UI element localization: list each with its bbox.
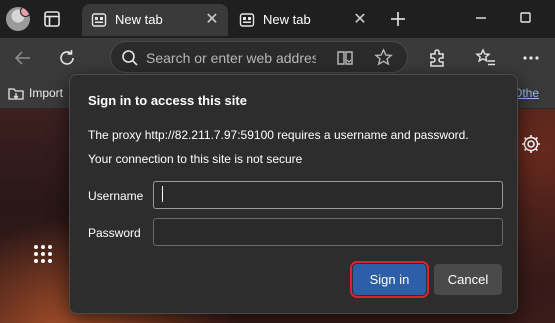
dialog-security-warning: Your connection to this site is not secu…: [88, 152, 303, 166]
search-icon: [122, 50, 138, 66]
tab-new-tab[interactable]: New tab ✕: [230, 4, 376, 36]
sign-in-button[interactable]: Sign in: [350, 261, 429, 298]
address-bar[interactable]: [110, 41, 408, 73]
extensions-puzzle-icon[interactable]: [426, 47, 448, 69]
address-input[interactable]: [144, 47, 318, 69]
new-tab-page-icon: [239, 13, 255, 27]
apps-grid-icon[interactable]: [33, 244, 53, 264]
tab-new-tab-active[interactable]: New tab ✕: [82, 4, 228, 36]
page-settings-gear-icon[interactable]: [520, 133, 542, 155]
notification-dot: [20, 7, 30, 17]
back-arrow-icon[interactable]: [12, 47, 34, 69]
navigation-toolbar: [0, 38, 555, 78]
minimize-icon[interactable]: [469, 7, 493, 29]
favorites-list-icon[interactable]: [475, 47, 497, 69]
username-label: Username: [88, 189, 144, 203]
close-tab-icon[interactable]: ✕: [350, 10, 370, 30]
more-options-icon[interactable]: [520, 47, 542, 69]
proxy-auth-dialog: Sign in to access this site The proxy ht…: [69, 74, 518, 314]
text-cursor: [162, 186, 163, 202]
dialog-message: The proxy http://82.211.7.97:59100 requi…: [88, 128, 469, 142]
tab-actions-icon[interactable]: [42, 9, 62, 29]
cancel-button[interactable]: Cancel: [434, 264, 502, 295]
favorite-star-icon[interactable]: [374, 48, 393, 67]
tab-strip: New tab ✕ New tab ✕: [0, 0, 555, 38]
password-label: Password: [88, 226, 141, 240]
import-favorites-icon[interactable]: [7, 84, 25, 102]
import-favorites-link[interactable]: Import: [29, 86, 63, 100]
dialog-title: Sign in to access this site: [88, 93, 247, 108]
refresh-icon[interactable]: [56, 47, 78, 69]
immersive-reader-icon[interactable]: [336, 49, 354, 67]
new-tab-plus-icon[interactable]: [387, 8, 409, 30]
maximize-icon[interactable]: [513, 7, 537, 29]
tab-label: New tab: [115, 12, 163, 27]
username-field[interactable]: [153, 181, 503, 209]
password-field[interactable]: [153, 218, 503, 246]
profile-avatar[interactable]: [6, 7, 30, 31]
close-tab-icon[interactable]: ✕: [202, 10, 222, 30]
new-tab-page-icon: [91, 13, 107, 27]
tab-label: New tab: [263, 12, 311, 27]
